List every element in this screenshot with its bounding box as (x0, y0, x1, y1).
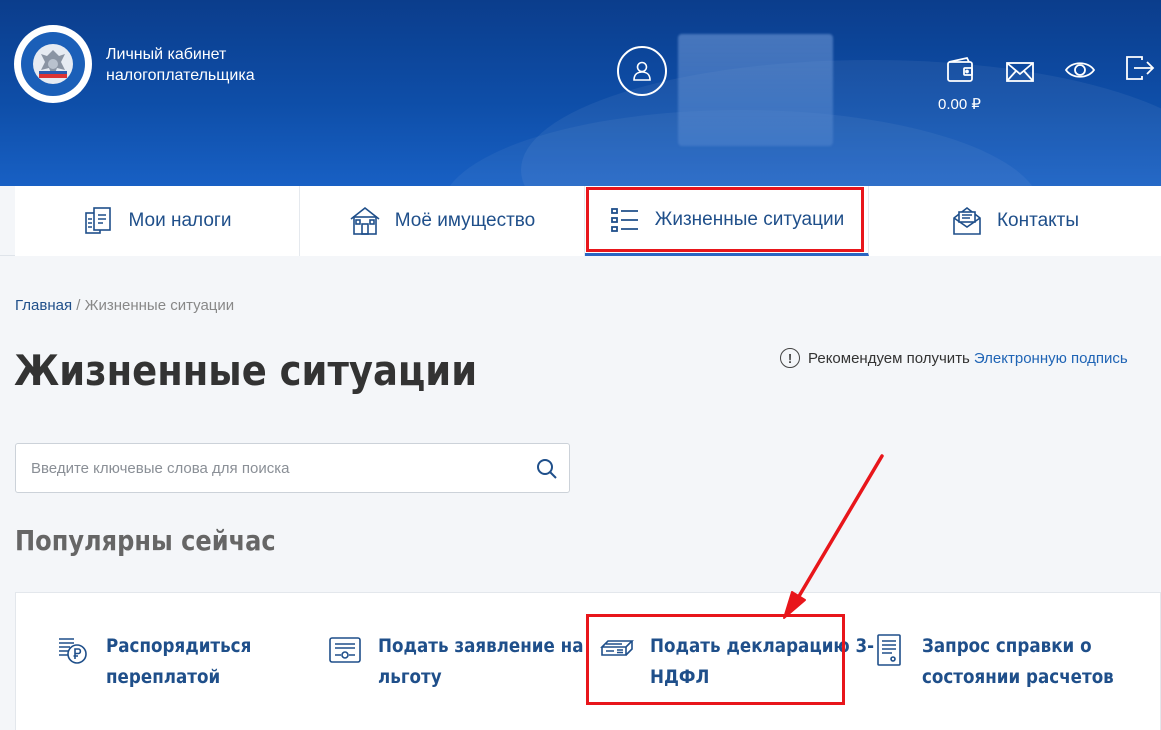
wallet-icon[interactable] (944, 54, 976, 86)
logout-icon[interactable] (1124, 52, 1156, 84)
main-nav: Мои налоги Моё имущество Жизненные ситуа… (0, 186, 1161, 256)
application-icon (329, 637, 361, 663)
user-avatar[interactable] (617, 46, 667, 96)
card-label: Подать заявление на (378, 635, 584, 657)
header: Личный кабинет налогоплательщика 0.00 ₽ (0, 0, 1161, 186)
nav-item-contacts[interactable]: Контакты (869, 186, 1161, 256)
annotation-arrow (783, 454, 884, 619)
eye-icon[interactable] (1064, 54, 1096, 86)
esign-link[interactable]: Электронную подпись (974, 350, 1128, 367)
recommend-notice: ! Рекомендуем получить Электронную подпи… (780, 348, 1128, 368)
card-label: состоянии расчетов (922, 666, 1114, 688)
popular-section-title: Популярны сейчас (15, 524, 276, 557)
card-label: Запрос справки о (922, 635, 1092, 657)
app-title-line2: налогоплательщика (106, 67, 255, 84)
contacts-icon (953, 206, 981, 235)
card-settlement-certificate[interactable]: Запрос справки о состоянии расчетов (872, 631, 1140, 693)
nav-item-my-taxes[interactable]: Мои налоги (15, 186, 300, 256)
property-icon (350, 206, 380, 235)
card-overpayment[interactable]: Распорядиться переплатой (56, 631, 271, 693)
info-icon: ! (780, 348, 800, 368)
app-title[interactable]: Личный кабинет налогоплательщика (106, 44, 306, 86)
logo-emblem-icon (21, 32, 85, 96)
nav-label: Моё имущество (394, 210, 536, 231)
mail-icon[interactable] (1004, 56, 1036, 88)
search-icon[interactable] (535, 457, 559, 481)
nav-label: Контакты (996, 210, 1080, 231)
page-title: Жизненные ситуации (14, 346, 478, 395)
card-label: переплатой (106, 666, 221, 688)
breadcrumb-home[interactable]: Главная (15, 297, 72, 314)
fns-logo[interactable] (14, 25, 92, 103)
highlight-box (586, 187, 864, 252)
card-benefit-application[interactable]: Подать заявление на льготу (328, 631, 612, 693)
taxes-icon (84, 207, 111, 234)
breadcrumb: Главная / Жизненные ситуации (15, 297, 234, 314)
user-info-blurred (678, 34, 833, 146)
search-box (15, 443, 570, 493)
certificate-icon (877, 634, 901, 666)
breadcrumb-current: Жизненные ситуации (84, 297, 235, 314)
overpayment-icon (59, 638, 87, 664)
nav-label: Мои налоги (128, 210, 232, 231)
balance-value[interactable]: 0.00 ₽ (938, 95, 981, 113)
search-input[interactable] (16, 444, 531, 492)
card-label: льготу (378, 666, 442, 688)
nav-item-my-property[interactable]: Моё имущество (300, 186, 585, 256)
recommend-text: Рекомендуем получить (808, 349, 970, 367)
user-icon (633, 61, 651, 81)
breadcrumb-separator: / (72, 297, 85, 314)
card-label: Распорядиться (106, 635, 252, 657)
app-title-line1: Личный кабинет (106, 46, 227, 63)
